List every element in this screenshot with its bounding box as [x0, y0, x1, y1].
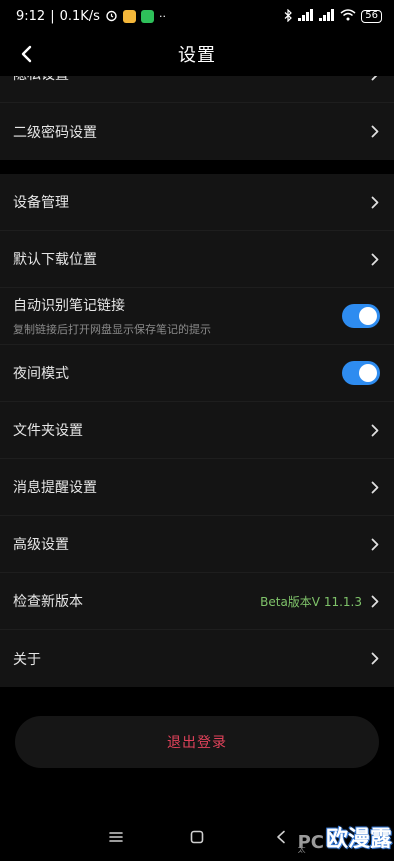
back-triangle-icon — [277, 830, 285, 844]
settings-row-label: 关于 — [13, 651, 41, 668]
notification-app-icon — [122, 9, 136, 23]
settings-row-label: 隐私设置 — [13, 76, 370, 84]
chevron-right-icon — [370, 537, 380, 551]
chevron-right-icon — [370, 652, 380, 666]
settings-group-privacy: 隐私设置 二级密码设置 — [0, 76, 394, 160]
more-dots-icon: ·· — [158, 9, 166, 23]
home-button[interactable] — [187, 827, 207, 847]
settings-row-subtitle: 复制链接后打开网盘显示保存笔记的提示 — [13, 323, 211, 336]
toggle-knob — [359, 364, 377, 382]
back-button[interactable] — [10, 38, 42, 70]
chevron-right-icon — [370, 125, 380, 139]
settings-row-device-management[interactable]: 设备管理 — [0, 174, 394, 231]
logout-label: 退出登录 — [167, 735, 227, 751]
settings-row-label: 自动识别笔记链接 — [13, 298, 125, 314]
settings-row-advanced[interactable]: 高级设置 — [0, 516, 394, 573]
settings-row-label: 默认下载位置 — [13, 252, 97, 268]
menu-icon — [109, 832, 123, 842]
status-left: 9:12 | 0.1K/s ·· — [16, 9, 166, 24]
settings-row-label: 文件夹设置 — [13, 423, 83, 439]
chevron-right-icon — [370, 252, 380, 266]
settings-row-privacy[interactable]: 隐私设置 — [0, 76, 394, 103]
signal-icon — [298, 9, 314, 23]
nav-bar: 设置 — [0, 32, 394, 76]
status-right: 56 — [284, 8, 382, 24]
status-time: 9:12 — [16, 8, 46, 24]
bluetooth-icon — [284, 8, 293, 24]
chevron-right-icon — [370, 195, 380, 209]
settings-row-label: 设备管理 — [13, 195, 69, 211]
signal-hd-icon — [319, 9, 335, 23]
settings-row-folder[interactable]: 文件夹设置 — [0, 402, 394, 459]
version-value: Beta版本V 11.1.3 — [260, 594, 362, 609]
settings-row-label: 高级设置 — [13, 537, 69, 553]
settings-row-label: 检查新版本 — [13, 594, 83, 610]
settings-row-night-mode: 夜间模式 — [0, 345, 394, 402]
wifi-icon — [340, 9, 356, 23]
settings-group-general: 设备管理 默认下载位置 自动识别笔记链接 复制链接后打开网盘显示保存笔记的提示 … — [0, 174, 394, 687]
settings-row-label: 消息提醒设置 — [13, 480, 97, 496]
logout-button[interactable]: 退出登录 — [15, 716, 379, 768]
chevron-right-icon — [370, 480, 380, 494]
status-divider: | — [50, 8, 55, 24]
settings-row-second-password[interactable]: 二级密码设置 — [0, 103, 394, 160]
settings-row-note-link-detect: 自动识别笔记链接 复制链接后打开网盘显示保存笔记的提示 — [0, 288, 394, 345]
settings-row-label: 夜间模式 — [13, 366, 69, 382]
chevron-right-icon — [370, 423, 380, 437]
watermark-small-text: 太 — [297, 845, 306, 854]
status-speed: 0.1K/s — [59, 8, 100, 24]
note-link-toggle[interactable] — [342, 304, 380, 328]
watermark: PC 欧漫露 太 — [297, 821, 392, 854]
toggle-knob — [359, 307, 377, 325]
watermark-logo: 欧漫露 — [325, 827, 392, 852]
page-title: 设置 — [178, 45, 216, 66]
battery-indicator: 56 — [361, 9, 382, 23]
settings-row-about[interactable]: 关于 — [0, 630, 394, 687]
menu-button[interactable] — [106, 827, 126, 847]
back-arrow-icon — [21, 45, 32, 63]
settings-row-label: 二级密码设置 — [13, 124, 97, 141]
status-bar: 9:12 | 0.1K/s ·· 56 — [0, 0, 394, 32]
settings-row-download-location[interactable]: 默认下载位置 — [0, 231, 394, 288]
settings-row-notifications[interactable]: 消息提醒设置 — [0, 459, 394, 516]
alarm-icon — [105, 9, 118, 24]
wechat-icon — [140, 9, 154, 23]
system-nav-bar: PC 欧漫露 太 — [0, 811, 394, 861]
system-back-button[interactable] — [271, 827, 291, 847]
settings-list[interactable]: 隐私设置 二级密码设置 设备管理 默认下载位置 自 — [0, 76, 394, 811]
settings-row-text: 自动识别笔记链接 复制链接后打开网盘显示保存笔记的提示 — [13, 295, 342, 337]
home-square-icon — [190, 830, 204, 844]
settings-row-check-update[interactable]: 检查新版本 Beta版本V 11.1.3 — [0, 573, 394, 630]
chevron-right-icon — [370, 594, 380, 608]
night-mode-toggle[interactable] — [342, 361, 380, 385]
chevron-right-icon — [370, 76, 380, 81]
